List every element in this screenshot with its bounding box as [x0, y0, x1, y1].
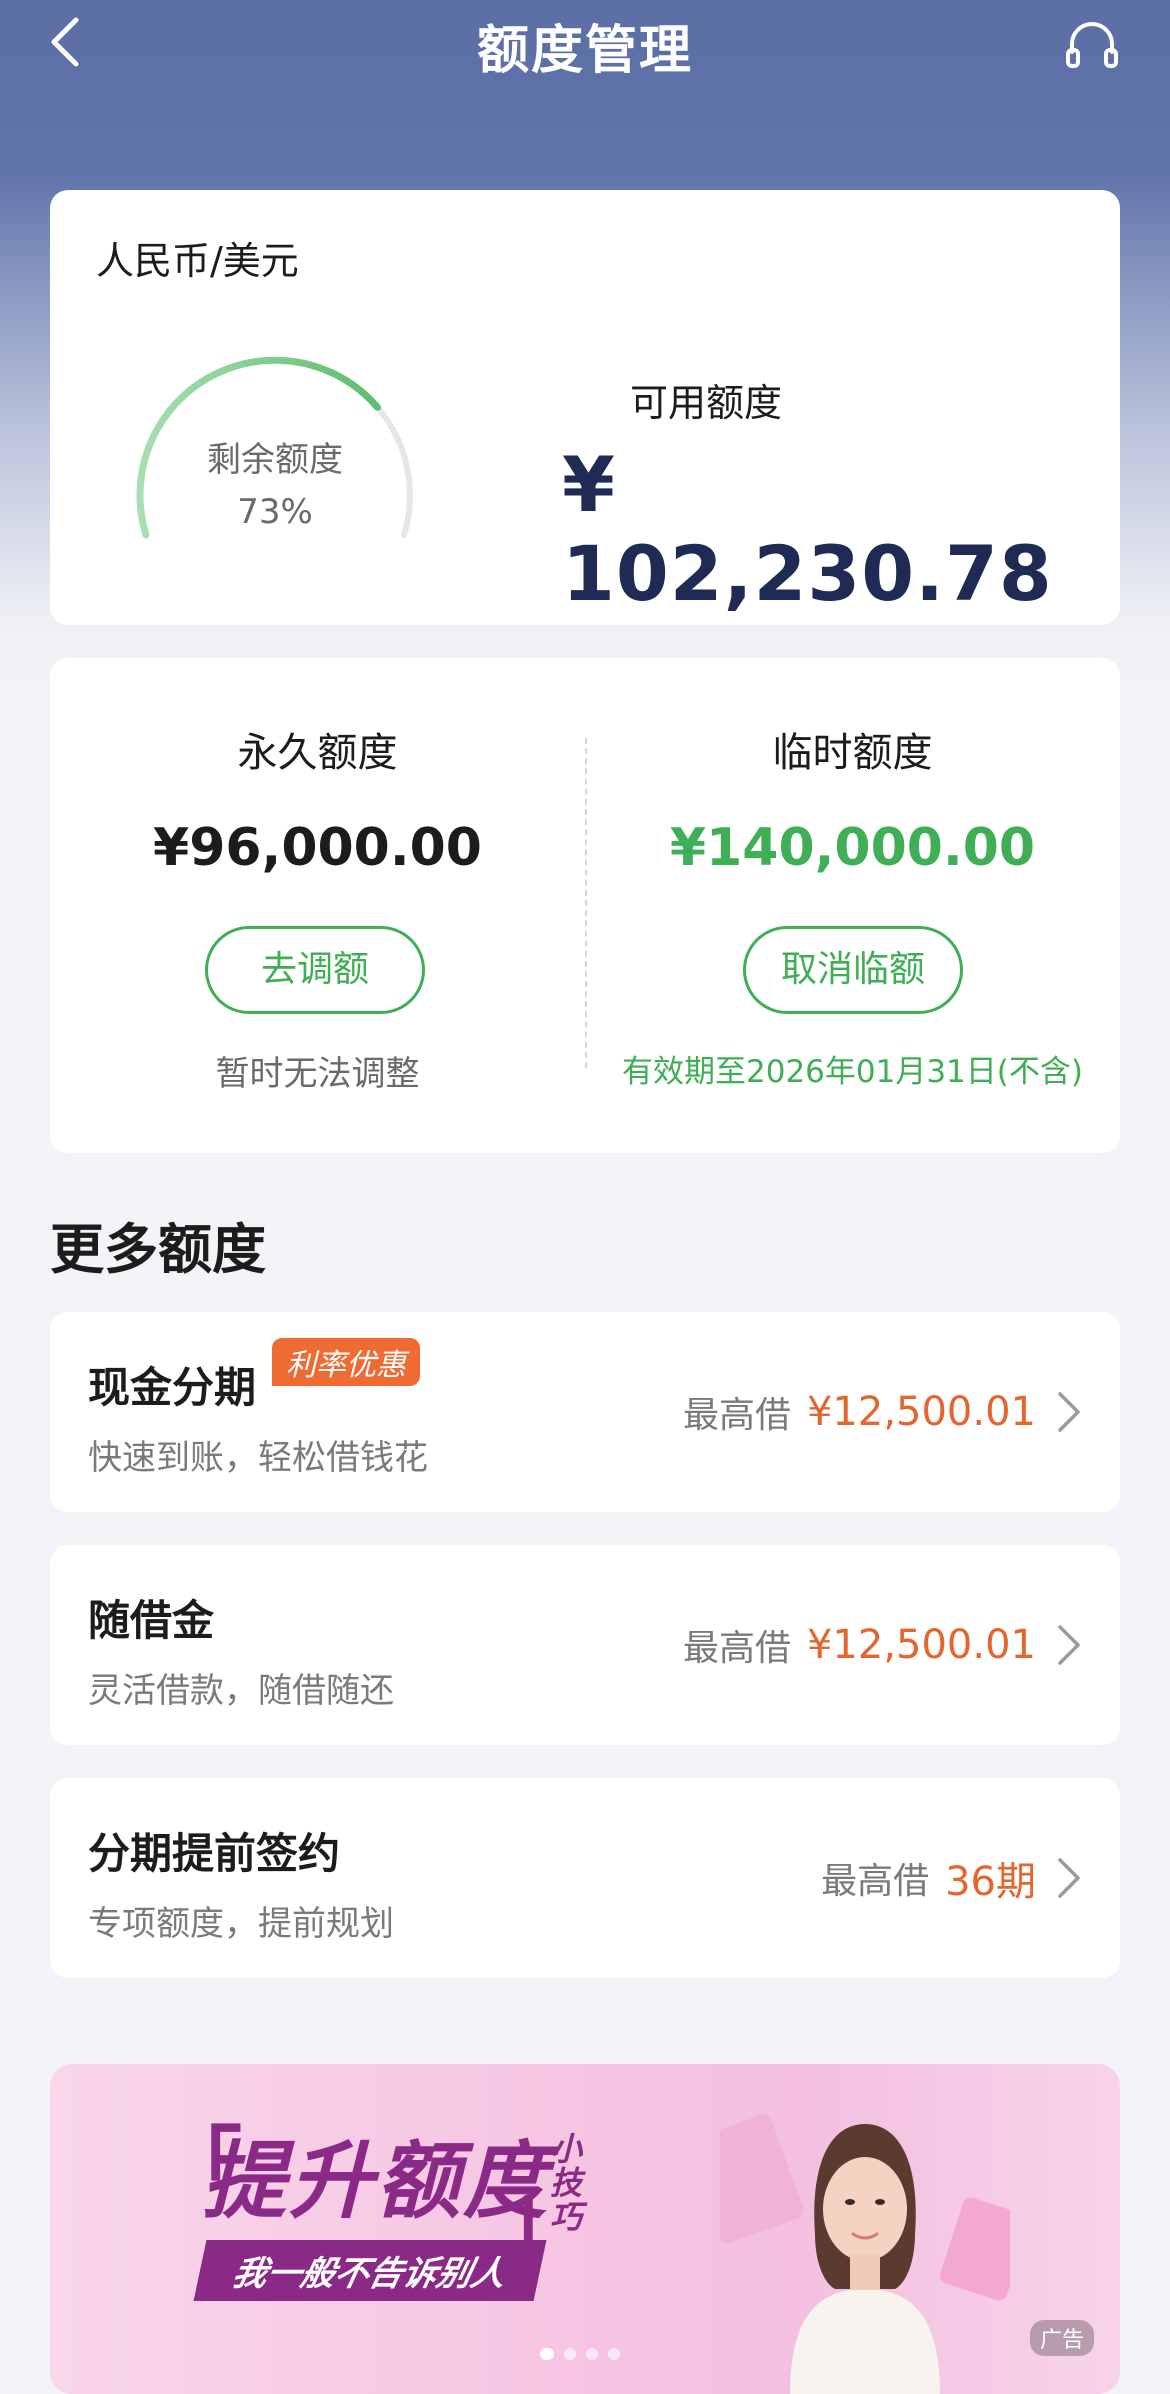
permanent-limit: 永久额度 ¥96,000.00 去调额 暂时无法调整 — [50, 658, 585, 1153]
temporary-limit-title: 临时额度 — [772, 730, 933, 776]
currency-label: 人民币/美元 — [96, 239, 299, 283]
banner-subtext: 我一般不告诉别人 — [193, 2240, 547, 2301]
cancel-temporary-limit-button[interactable]: 取消临额 — [743, 926, 963, 1014]
permanent-limit-amount: ¥96,000.00 — [153, 818, 482, 878]
top-bar: 额度管理 — [0, 0, 1170, 90]
promo-badge: 利率优惠 — [272, 1338, 420, 1386]
promo-banner[interactable]: 「 提升额度 」 小技巧 我一般不告诉别人 广告 — [50, 2064, 1120, 2394]
product-title: 随借金 — [88, 1596, 215, 1645]
product-subtitle: 灵活借款，随借随还 — [88, 1671, 394, 1711]
page-title: 额度管理 — [476, 21, 693, 81]
max-borrow-value: ¥12,500.01 — [806, 1622, 1036, 1668]
chevron-right-icon — [1058, 1625, 1080, 1665]
max-borrow-label: 最高借 — [682, 1395, 791, 1436]
limits-card: 永久额度 ¥96,000.00 去调额 暂时无法调整 临时额度 ¥140,000… — [50, 658, 1120, 1153]
customer-service-button[interactable] — [1062, 14, 1122, 74]
banner-headline: 提升额度 — [202, 2132, 551, 2230]
carousel-dot[interactable] — [540, 2348, 554, 2360]
product-title: 分期提前签约 — [88, 1829, 341, 1878]
headset-icon — [1066, 22, 1118, 68]
carousel-dot[interactable] — [608, 2348, 620, 2360]
banner-tip-label: 小技巧 — [550, 2130, 583, 2236]
carousel-dots[interactable] — [540, 2348, 620, 2360]
max-borrow-label: 最高借 — [682, 1628, 791, 1669]
product-subtitle: 专项额度，提前规划 — [88, 1904, 394, 1944]
available-label: 可用额度 — [630, 381, 783, 425]
list-item-flexible-loan[interactable]: 随借金 灵活借款，随借随还 最高借 ¥12,500.01 — [50, 1545, 1120, 1745]
carousel-dot[interactable] — [564, 2348, 576, 2360]
product-limit: 最高借 ¥12,500.01 — [683, 1545, 1082, 1745]
adjust-limit-button[interactable]: 去调额 — [205, 926, 425, 1014]
temporary-limit-validity: 有效期至2026年01月31日(不含) — [622, 1054, 1083, 1090]
temporary-limit: 临时额度 ¥140,000.00 取消临额 有效期至2026年01月31日(不含… — [585, 658, 1120, 1153]
quota-card: 人民币/美元 剩余额度 73% 可用额度 ¥ 102,230.78 — [50, 190, 1120, 625]
section-title-more-limits: 更多额度 — [50, 1218, 266, 1281]
available-amount: ¥ 102,230.78 — [562, 440, 1053, 618]
gauge-percent: 73% — [237, 492, 313, 532]
chevron-right-icon — [1058, 1392, 1080, 1432]
banner-person-illustration — [720, 2114, 1010, 2394]
permanent-limit-note: 暂时无法调整 — [215, 1054, 420, 1094]
product-subtitle: 快速到账，轻松借钱花 — [88, 1438, 428, 1478]
max-borrow-label: 最高借 — [821, 1861, 930, 1902]
list-item-cash-installment[interactable]: 现金分期 利率优惠 快速到账，轻松借钱花 最高借 ¥12,500.01 — [50, 1312, 1120, 1512]
product-limit: 最高借 36期 — [821, 1778, 1082, 1978]
carousel-dot[interactable] — [586, 2348, 598, 2360]
product-title: 现金分期 — [88, 1363, 257, 1412]
product-limit: 最高借 ¥12,500.01 — [683, 1312, 1082, 1512]
ad-badge: 广告 — [1029, 2320, 1094, 2356]
chevron-right-icon — [1058, 1858, 1080, 1898]
max-borrow-value: ¥12,500.01 — [806, 1389, 1036, 1435]
permanent-limit-title: 永久额度 — [237, 730, 398, 776]
list-item-installment-presign[interactable]: 分期提前签约 专项额度，提前规划 最高借 36期 — [50, 1778, 1120, 1978]
temporary-limit-amount: ¥140,000.00 — [669, 818, 1036, 878]
max-borrow-value: 36期 — [945, 1859, 1036, 1905]
gauge-label: 剩余额度 — [207, 440, 343, 480]
